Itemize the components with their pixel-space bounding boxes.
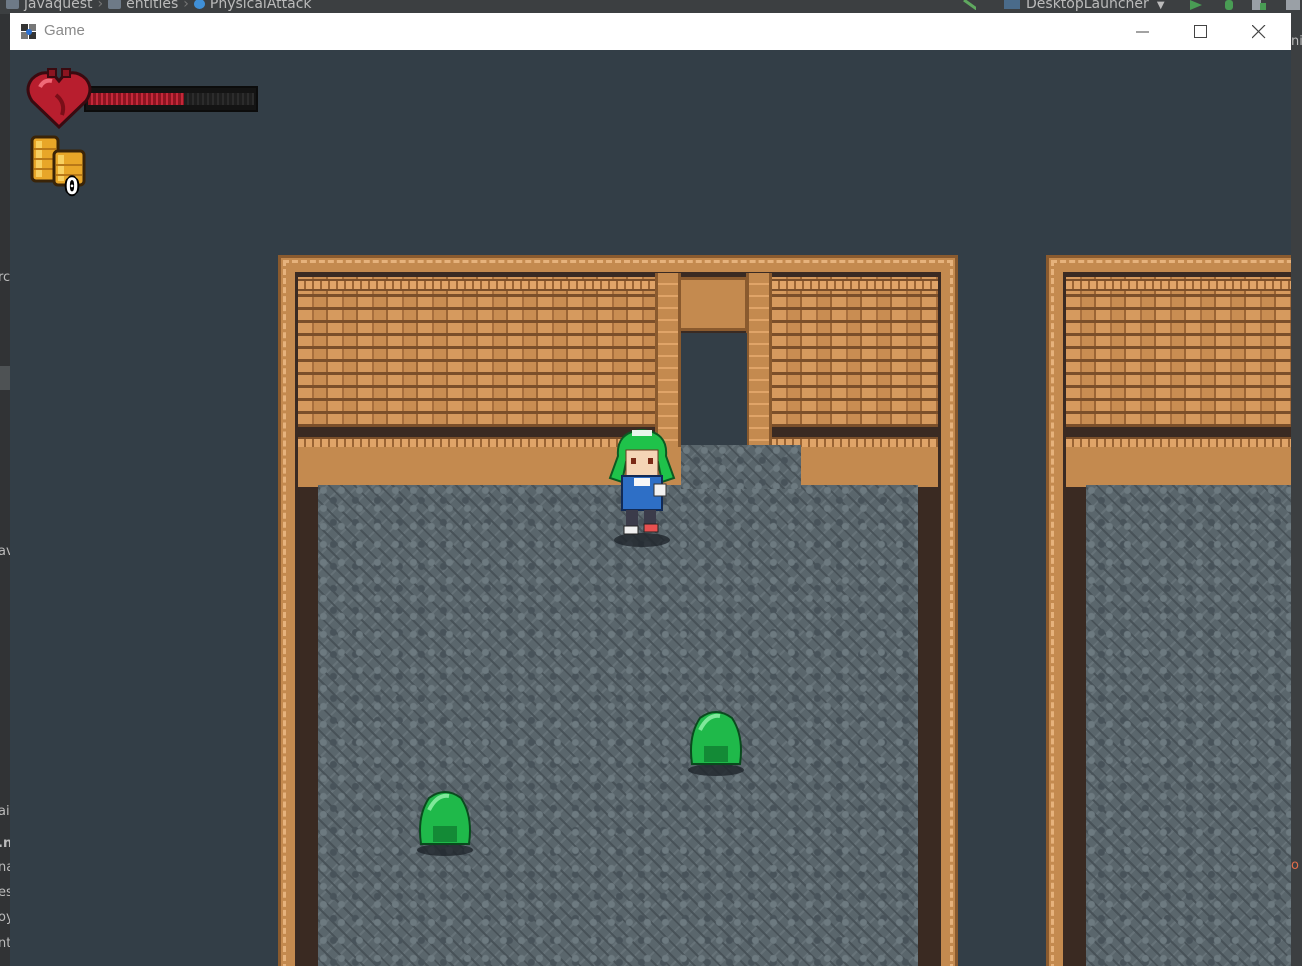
breadcrumb-item[interactable]: PhysicalAttack <box>210 0 312 12</box>
breadcrumb-item[interactable]: entities <box>126 0 178 12</box>
brick-wall <box>1066 277 1291 427</box>
run-icon[interactable] <box>1190 0 1204 10</box>
ide-left-panel: rc av ai .n na ess oy nt <box>0 14 10 966</box>
build-hammer-icon[interactable] <box>962 0 976 10</box>
run-config-label: DesktopLauncher <box>1026 0 1149 12</box>
ide-text-fragment: ai <box>0 804 10 819</box>
ide-navigation-bar: javaquest › entities › PhysicalAttack Deskto… <box>0 0 1302 14</box>
breadcrumb-item[interactable]: javaquest <box>24 0 93 12</box>
door-pillar <box>746 273 772 463</box>
game-viewport[interactable]: 0 <box>10 50 1291 966</box>
wall-trim <box>772 279 938 291</box>
chevron-down-icon: ▼ <box>1156 0 1165 11</box>
dungeon-room <box>1046 255 1291 966</box>
player-character <box>608 428 676 547</box>
ide-text-fragment: ni <box>1291 34 1302 49</box>
java-app-icon <box>21 24 36 39</box>
profiler-icon[interactable] <box>1286 0 1300 10</box>
close-icon <box>1252 25 1266 39</box>
health-bar <box>84 86 258 112</box>
ide-right-panel: ni o <box>1291 14 1302 966</box>
ide-text-fragment: o <box>1291 858 1299 873</box>
floor-edge <box>1066 447 1291 487</box>
green-slime-enemy <box>688 711 744 776</box>
breadcrumb-separator: › <box>97 0 104 12</box>
health-bar-empty <box>184 93 254 105</box>
minimize-button[interactable] <box>1114 13 1172 50</box>
window-title: Game <box>44 22 85 39</box>
breadcrumb-separator: › <box>183 0 189 12</box>
breadcrumb: javaquest › entities › PhysicalAttack <box>6 0 312 11</box>
maximize-button[interactable] <box>1172 13 1230 50</box>
doorway <box>681 333 747 451</box>
wall-trim <box>1066 279 1291 291</box>
dungeon-room <box>278 255 958 966</box>
stone-floor <box>1086 485 1291 966</box>
debug-icon[interactable] <box>1222 0 1236 10</box>
stone-floor-entry <box>681 445 801 489</box>
door-lintel <box>678 277 748 331</box>
ide-text-fragment: av <box>0 544 10 559</box>
close-button[interactable] <box>1230 13 1288 50</box>
stone-floor <box>318 485 918 966</box>
health-bar-fill <box>88 93 184 105</box>
minimize-icon <box>1136 31 1149 33</box>
coin-count: 0 <box>65 175 79 200</box>
class-icon <box>193 0 205 9</box>
screen-root: javaquest › entities › PhysicalAttack Deskto… <box>0 0 1302 966</box>
folder-icon <box>108 0 122 9</box>
ide-text-fragment: na <box>0 860 10 875</box>
folder-icon <box>6 0 19 9</box>
wall-trim <box>298 279 656 291</box>
ide-text-fragment: rc <box>0 270 10 285</box>
coverage-icon[interactable] <box>1252 0 1266 10</box>
ide-selection <box>0 366 10 390</box>
maximize-icon <box>1194 25 1207 38</box>
brick-wall <box>772 277 938 427</box>
brick-wall <box>298 277 656 427</box>
window-titlebar[interactable]: Game <box>10 13 1291 50</box>
game-window[interactable]: Game 0 <box>10 13 1291 966</box>
run-configuration-selector[interactable]: DesktopLauncher ▼ <box>1004 0 1165 13</box>
ide-text-fragment: nt <box>0 936 10 951</box>
ide-text-fragment: oy <box>0 910 10 925</box>
ide-text-fragment: ess <box>0 885 10 900</box>
green-slime-enemy <box>417 791 473 856</box>
run-config-icon <box>1004 0 1020 9</box>
heart-icon <box>26 68 92 129</box>
ide-text-fragment: .n <box>0 836 10 851</box>
